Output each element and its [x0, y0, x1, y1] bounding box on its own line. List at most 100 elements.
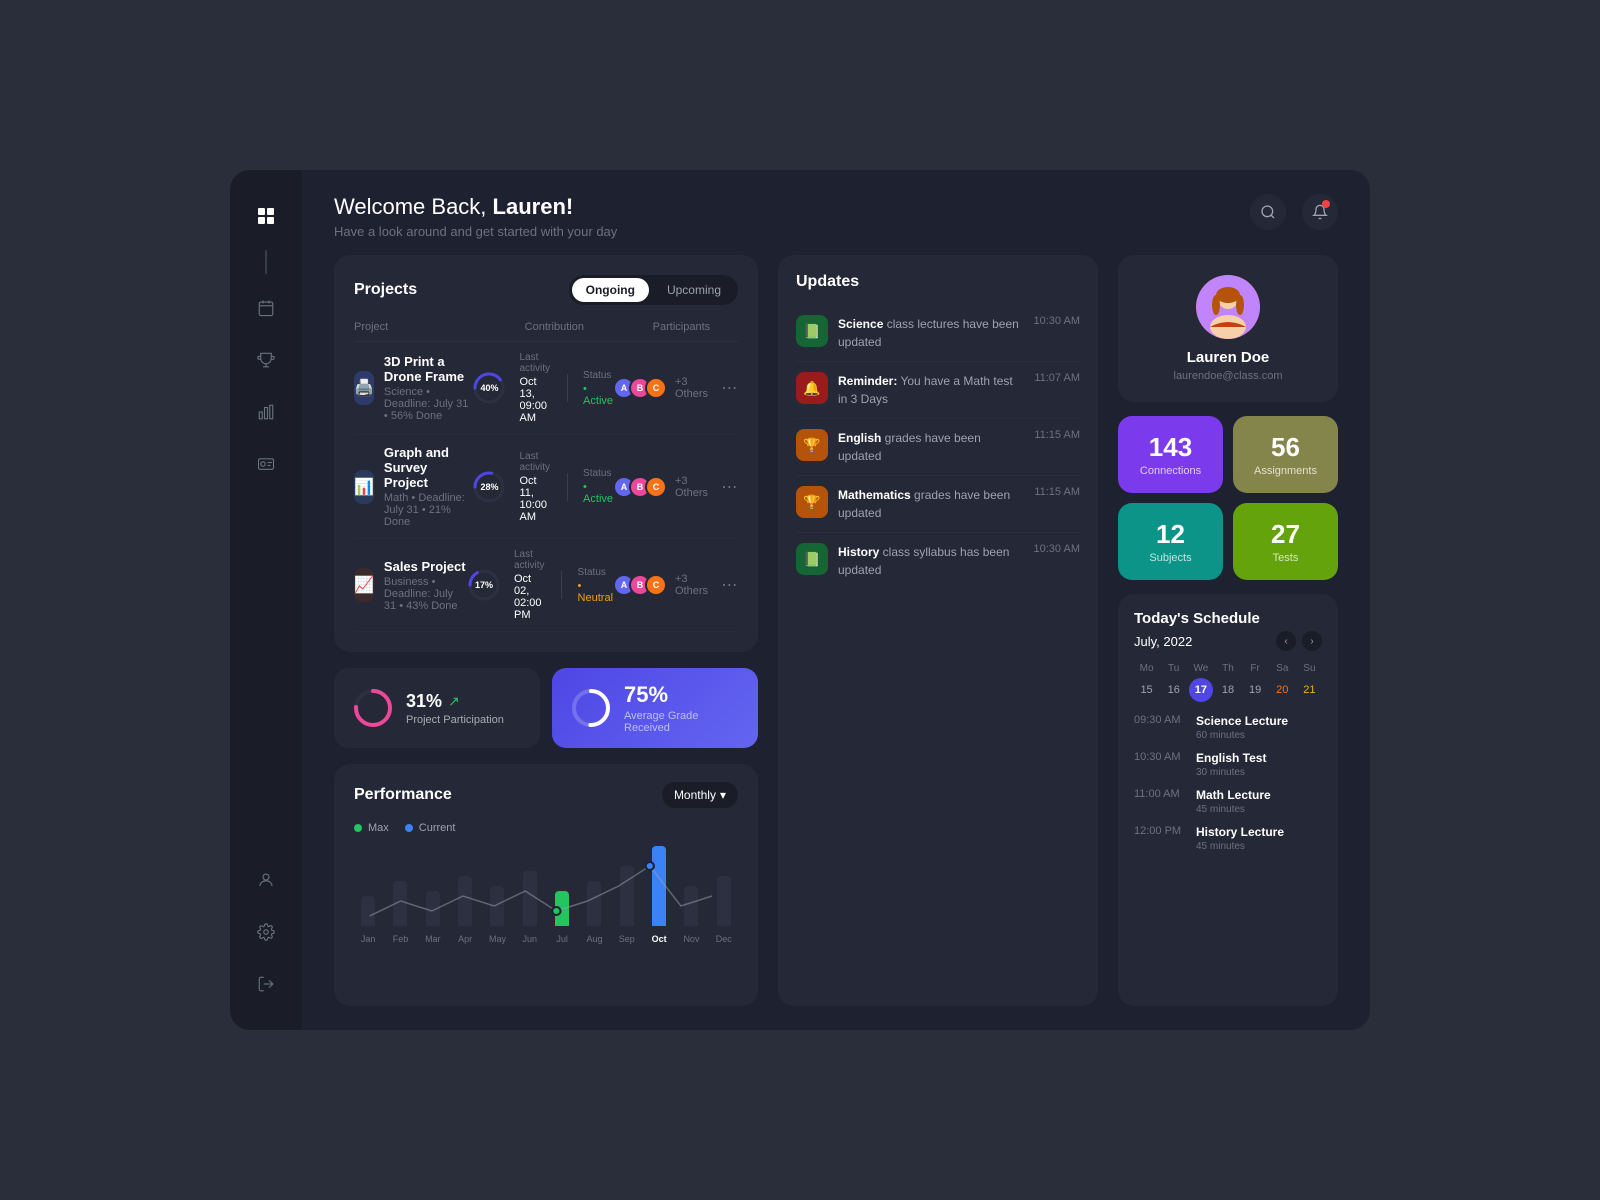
avatar-image: [1196, 275, 1260, 339]
schedule-detail: Science Lecture 60 minutes: [1196, 714, 1288, 741]
bar-label-apr: Apr: [458, 934, 472, 944]
month-nav: July, 2022 ‹ ›: [1134, 631, 1322, 651]
header: Welcome Back, Lauren! Have a look around…: [302, 170, 1370, 255]
projects-card: Projects Ongoing Upcoming Project Contri…: [334, 255, 758, 652]
left-panel: Projects Ongoing Upcoming Project Contri…: [334, 255, 758, 1006]
stat-tile-value: 143: [1149, 432, 1192, 463]
stat-tile-assignments: 56 Assignments: [1233, 416, 1338, 493]
bar-label-sep: Sep: [619, 934, 635, 944]
bar-group: Apr: [451, 876, 479, 944]
notification-button[interactable]: [1302, 194, 1338, 230]
schedule-time: 10:30 AM: [1134, 751, 1186, 763]
schedule-name: English Test: [1196, 751, 1266, 765]
welcome-text: Welcome Back,: [334, 194, 493, 219]
stat-tile-tests: 27 Tests: [1233, 503, 1338, 580]
profile-card: Lauren Doe laurendoe@class.com: [1118, 255, 1338, 402]
schedule-item: 11:00 AM Math Lecture 45 minutes: [1134, 788, 1322, 815]
schedule-duration: 30 minutes: [1196, 767, 1266, 778]
schedule-card: Today's Schedule July, 2022 ‹ › MoTuWeTh…: [1118, 594, 1338, 1006]
schedule-time: 12:00 PM: [1134, 825, 1186, 837]
bar-aug: [587, 881, 601, 926]
bar-group: Sep: [613, 866, 641, 944]
cal-day-21[interactable]: 21: [1297, 678, 1321, 702]
bar-label-nov: Nov: [683, 934, 699, 944]
header-subtitle: Have a look around and get started with …: [334, 224, 617, 239]
cal-day-18[interactable]: 18: [1216, 678, 1240, 702]
monthly-dropdown[interactable]: Monthly ▾: [662, 782, 738, 808]
sidebar-item-home[interactable]: [244, 194, 288, 238]
schedule-time: 11:00 AM: [1134, 788, 1186, 800]
others-label: +3 Others: [675, 376, 713, 400]
performance-card: Performance Monthly ▾ Max C: [334, 764, 758, 1006]
status-value: • Neutral: [578, 580, 613, 604]
sidebar-item-user[interactable]: [244, 858, 288, 902]
cal-day-15[interactable]: 15: [1135, 678, 1159, 702]
notification-dot: [1322, 200, 1330, 208]
right-panel: Lauren Doe laurendoe@class.com 143 Conne…: [1118, 255, 1338, 1006]
next-month-button[interactable]: ›: [1302, 631, 1322, 651]
sidebar-item-calendar[interactable]: [244, 286, 288, 330]
last-activity-date: Oct 11, 10:00 AM: [519, 475, 550, 523]
schedule-time: 09:30 AM: [1134, 714, 1186, 726]
participants-area: A B C +3 Others ⋯: [613, 475, 738, 499]
cal-day-19[interactable]: 19: [1243, 678, 1267, 702]
cal-day-16[interactable]: 16: [1162, 678, 1186, 702]
sidebar-item-id[interactable]: [244, 442, 288, 486]
prev-month-button[interactable]: ‹: [1276, 631, 1296, 651]
update-item: 🔔 Reminder: You have a Math test in 3 Da…: [796, 362, 1080, 419]
update-time: 11:15 AM: [1034, 429, 1080, 441]
sidebar-item-settings[interactable]: [244, 910, 288, 954]
sidebar-item-logout[interactable]: [244, 962, 288, 1006]
sidebar-item-trophy[interactable]: [244, 338, 288, 382]
contribution-area: 17% Last activity Oct 02, 02:00 PM Statu…: [466, 549, 613, 621]
username-text: Lauren!: [493, 194, 574, 219]
search-button[interactable]: [1250, 194, 1286, 230]
welcome-title: Welcome Back, Lauren!: [334, 194, 617, 220]
legend-max-dot: [354, 824, 362, 832]
chart-legend: Max Current: [354, 822, 738, 834]
bar-group: Dec: [710, 876, 738, 944]
cal-day-17[interactable]: 17: [1189, 678, 1213, 702]
progress-circle: 17%: [466, 567, 502, 603]
stat-tile-value: 27: [1271, 519, 1300, 550]
status-details: Status • Neutral: [578, 567, 613, 604]
schedule-duration: 45 minutes: [1196, 841, 1284, 852]
update-time: 11:15 AM: [1034, 486, 1080, 498]
projects-title: Projects: [354, 281, 417, 299]
status-label: Status: [583, 468, 613, 479]
projects-list: 🖨️ 3D Print a Drone Frame Science • Dead…: [354, 342, 738, 632]
bar-group: Aug: [580, 881, 608, 944]
tab-upcoming[interactable]: Upcoming: [653, 278, 735, 302]
update-text: Science class lectures have been updated: [838, 315, 1024, 351]
schedule-name: Math Lecture: [1196, 788, 1271, 802]
bar-label-may: May: [489, 934, 506, 944]
more-button[interactable]: ⋯: [721, 377, 738, 399]
cal-day-20[interactable]: 20: [1270, 678, 1294, 702]
stat-tile-label: Tests: [1273, 552, 1299, 564]
sidebar-divider: [265, 250, 267, 274]
project-name: Graph and Survey Project: [384, 445, 472, 490]
cal-day-header: Th: [1215, 661, 1240, 676]
app-container: Welcome Back, Lauren! Have a look around…: [230, 170, 1370, 1030]
schedule-items: 09:30 AM Science Lecture 60 minutes 10:3…: [1134, 714, 1322, 852]
bar-label-jan: Jan: [361, 934, 376, 944]
participants-area: A B C +3 Others ⋯: [613, 573, 738, 597]
main-content: Welcome Back, Lauren! Have a look around…: [302, 170, 1370, 1030]
last-activity-date: Oct 02, 02:00 PM: [514, 573, 545, 621]
bar-jan: [361, 896, 375, 926]
bar-feb: [393, 881, 407, 926]
cal-day-header: We: [1188, 661, 1213, 676]
projects-tab-group: Ongoing Upcoming: [569, 275, 738, 305]
more-button[interactable]: ⋯: [721, 476, 738, 498]
bar-nov: [684, 886, 698, 926]
more-button[interactable]: ⋯: [721, 574, 738, 596]
participation-info: 31% ↗ Project Participation: [406, 691, 522, 726]
schedule-item: 10:30 AM English Test 30 minutes: [1134, 751, 1322, 778]
stat-tile-label: Subjects: [1149, 552, 1191, 564]
status-label: Status: [583, 370, 613, 381]
body-area: Projects Ongoing Upcoming Project Contri…: [302, 255, 1370, 1030]
stats-row: 31% ↗ Project Participation: [334, 668, 758, 748]
stat-tile-connections: 143 Connections: [1118, 416, 1223, 493]
sidebar-item-chart[interactable]: [244, 390, 288, 434]
tab-ongoing[interactable]: Ongoing: [572, 278, 649, 302]
